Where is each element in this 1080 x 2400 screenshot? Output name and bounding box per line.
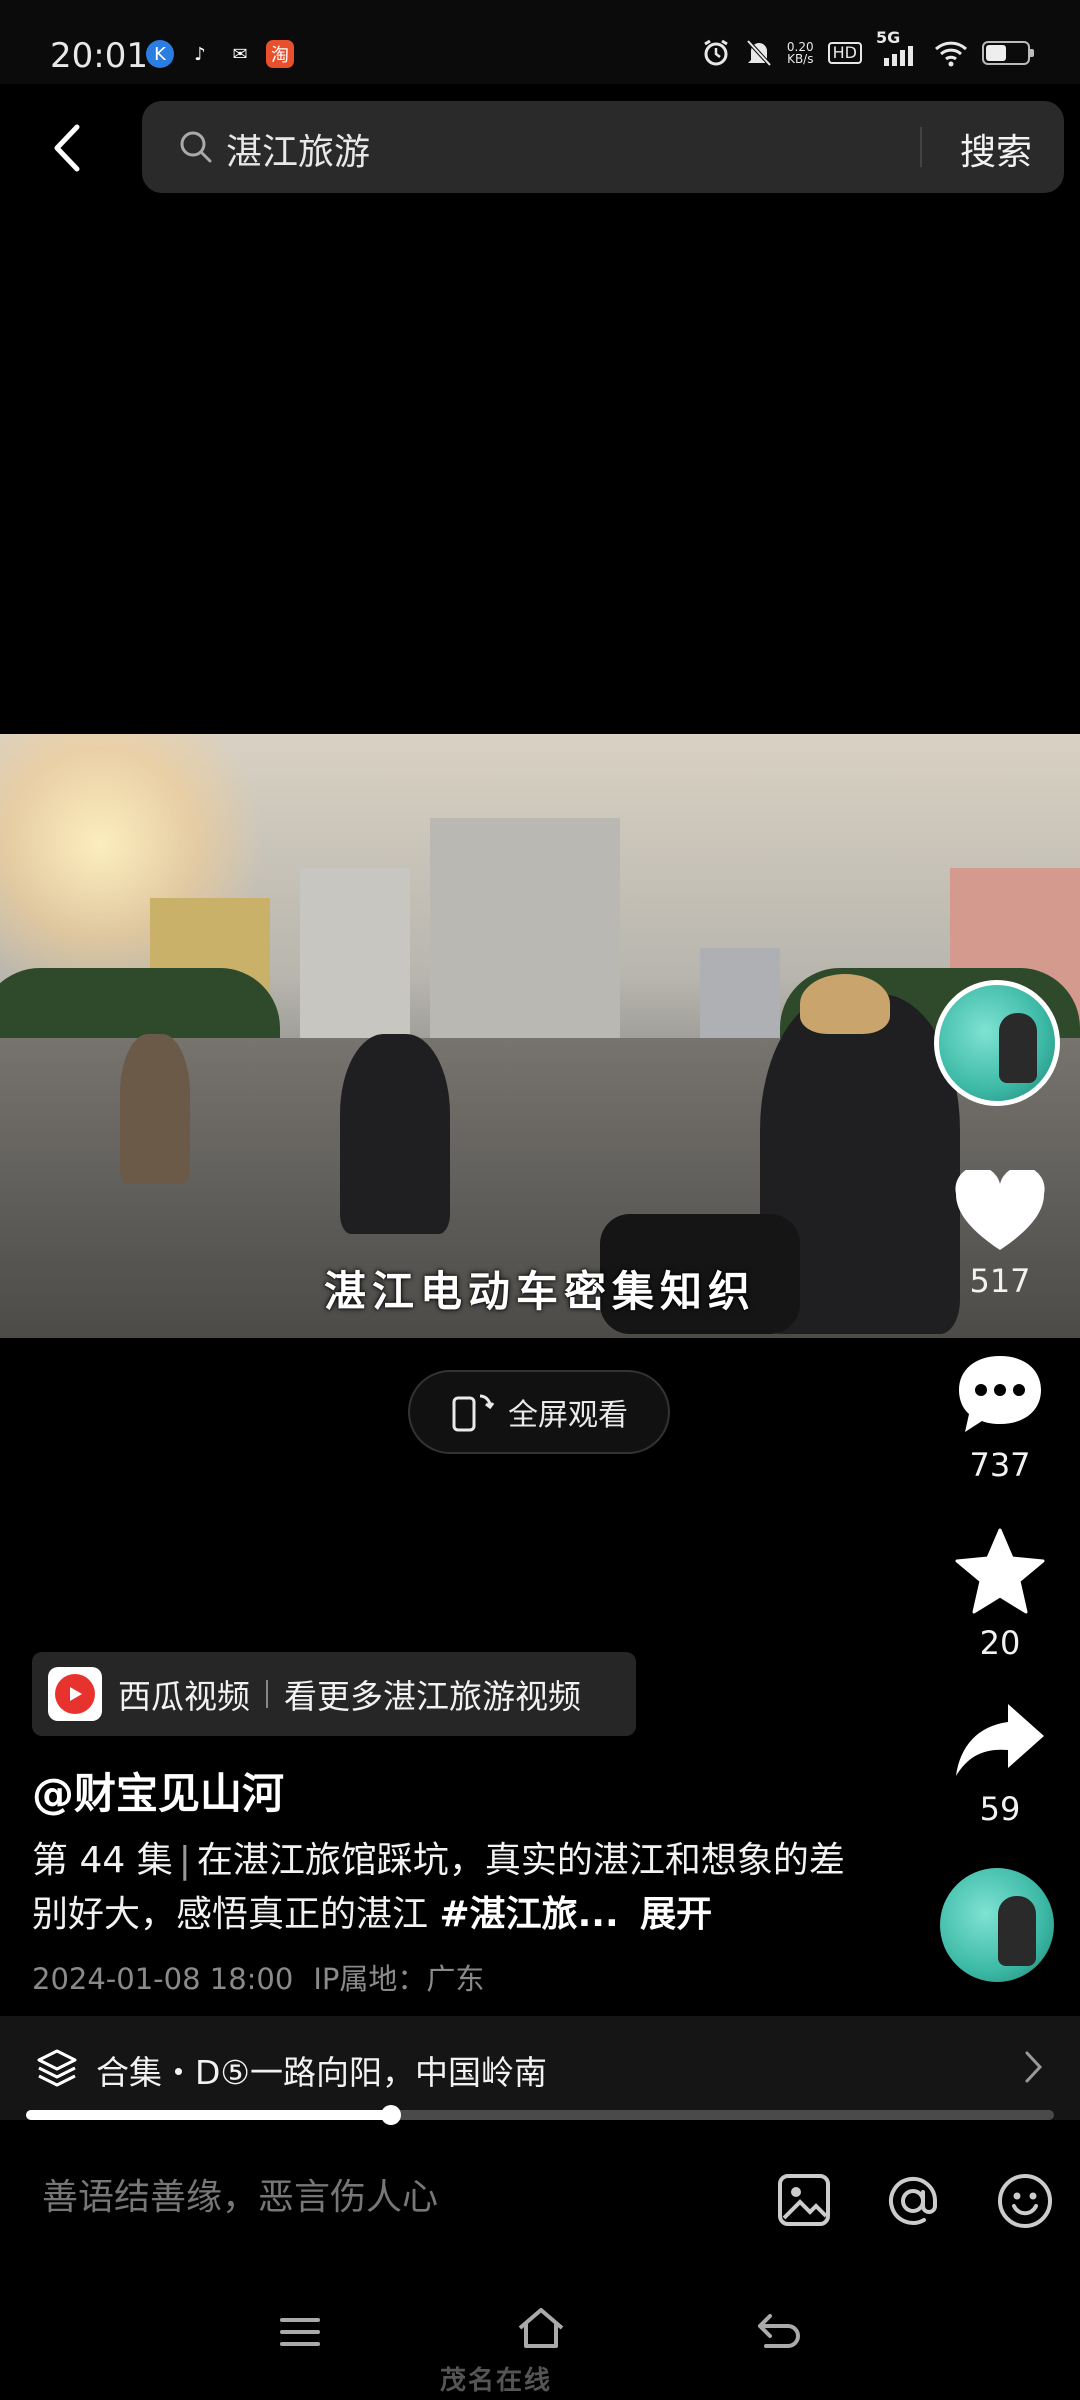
- hashtag-link[interactable]: #湛江旅...: [439, 1894, 618, 1935]
- ip-location: IP属地：广东: [313, 1962, 485, 1996]
- share-count: 59: [979, 1790, 1021, 1828]
- expand-button[interactable]: 展开: [640, 1894, 712, 1935]
- avatar-figure: [999, 1013, 1037, 1083]
- progress-knob[interactable]: [380, 2105, 401, 2125]
- battery-icon: [982, 41, 1034, 65]
- episode-label: 第 44 集: [32, 1840, 173, 1881]
- hd-badge: HD: [827, 42, 862, 64]
- search-input[interactable]: 湛江旅游: [226, 123, 370, 175]
- home-icon[interactable]: [516, 2306, 566, 2350]
- net-speed: 0.20 KB/s: [787, 41, 814, 65]
- menu-icon[interactable]: [278, 2312, 322, 2352]
- xigua-separator: [266, 1680, 268, 1708]
- comment-input[interactable]: 善语结善缘，恶言伤人心: [42, 2168, 438, 2220]
- creator-avatar[interactable]: [934, 980, 1060, 1106]
- video-progress-bar[interactable]: [26, 2105, 1054, 2125]
- wifi-icon: [934, 41, 968, 67]
- search-bar[interactable]: 湛江旅游 搜索: [142, 101, 1064, 193]
- search-icon: [180, 131, 212, 163]
- watermark: 茂名在线: [440, 2366, 553, 2396]
- comment-bubble-icon: [959, 1356, 1041, 1432]
- post-meta: 2024-01-08 18:00 IP属地：广东: [32, 1956, 484, 1998]
- xigua-banner[interactable]: 西瓜视频 看更多湛江旅游视频: [32, 1652, 636, 1736]
- comment-count: 737: [969, 1446, 1031, 1484]
- search-button[interactable]: 搜索: [960, 123, 1032, 175]
- video-helmet: [800, 974, 890, 1034]
- image-icon[interactable]: [776, 2172, 832, 2228]
- mention-icon[interactable]: [884, 2172, 942, 2230]
- signal-indicator: 5G: [876, 28, 920, 68]
- xigua-cta: 看更多湛江旅游视频: [284, 1677, 581, 1716]
- favorite-count: 20: [979, 1624, 1021, 1662]
- play-icon: [70, 1687, 82, 1701]
- author-name[interactable]: @财宝见山河: [32, 1760, 284, 1821]
- post-description: 第 44 集 | 在湛江旅馆踩坑，真实的湛江和想象的差别好大，感悟真正的湛江 #湛江…: [32, 1834, 852, 1942]
- avatar-figure: [998, 1896, 1036, 1966]
- xigua-logo-circle: [55, 1674, 95, 1714]
- video-rider: [120, 1034, 190, 1184]
- back-nav-icon[interactable]: [756, 2312, 802, 2354]
- xigua-logo-icon: [48, 1667, 102, 1721]
- back-button[interactable]: [36, 110, 96, 186]
- status-indicators: 0.20 KB/s HD 5G: [701, 28, 1034, 68]
- like-count: 517: [969, 1262, 1031, 1300]
- fullscreen-button[interactable]: 全屏观看: [408, 1370, 670, 1454]
- video-player[interactable]: 湛江电动车密集知织: [0, 734, 1080, 1338]
- layers-icon: [37, 2049, 77, 2087]
- share-button[interactable]: 59: [940, 1700, 1060, 1828]
- search-divider: [920, 127, 922, 167]
- rotate-screen-icon: [452, 1394, 495, 1432]
- signal-icon: [884, 46, 913, 66]
- heart-icon: [955, 1166, 1045, 1250]
- like-button[interactable]: 517: [940, 1166, 1060, 1300]
- alarm-icon: [704, 39, 728, 66]
- comment-bar: 善语结善缘，恶言伤人心: [0, 2150, 1080, 2260]
- k-app-icon: K: [146, 40, 174, 68]
- share-arrow-icon: [956, 1704, 1044, 1776]
- video-rider: [340, 1034, 450, 1234]
- status-bar: 20:01 K ♪ ✉ 淘 0.20 KB/s HD 5G: [0, 0, 1080, 84]
- chevron-right-icon: [1025, 2051, 1043, 2083]
- comment-button[interactable]: 737: [940, 1352, 1060, 1484]
- xigua-name: 西瓜视频: [118, 1677, 250, 1716]
- collection-label: 合集・D⑤一路向阳，中国岭南: [96, 2053, 547, 2092]
- episode-separator: |: [178, 1840, 191, 1881]
- favorite-button[interactable]: 20: [940, 1528, 1060, 1662]
- taobao-icon: 淘: [266, 40, 294, 68]
- net-speed-unit: KB/s: [787, 52, 814, 66]
- progress-fill: [26, 2110, 391, 2120]
- video-subtitle: 湛江电动车密集知织: [323, 1267, 756, 1316]
- status-time: 20:01: [50, 36, 148, 76]
- mute-icon: [746, 39, 772, 67]
- music-avatar[interactable]: [940, 1868, 1054, 1982]
- star-icon: [955, 1528, 1045, 1614]
- fullscreen-label: 全屏观看: [508, 1398, 628, 1433]
- wechat-icon: ✉: [232, 43, 248, 65]
- back-arrow-icon: [54, 124, 80, 172]
- collection-bar[interactable]: 合集・D⑤一路向阳，中国岭南: [0, 2016, 1080, 2120]
- post-date: 2024-01-08 18:00: [32, 1962, 294, 1996]
- emoji-icon[interactable]: [996, 2172, 1054, 2230]
- status-app-icons: K ♪ ✉ 淘: [146, 40, 294, 68]
- tiktok-icon: ♪: [194, 43, 206, 65]
